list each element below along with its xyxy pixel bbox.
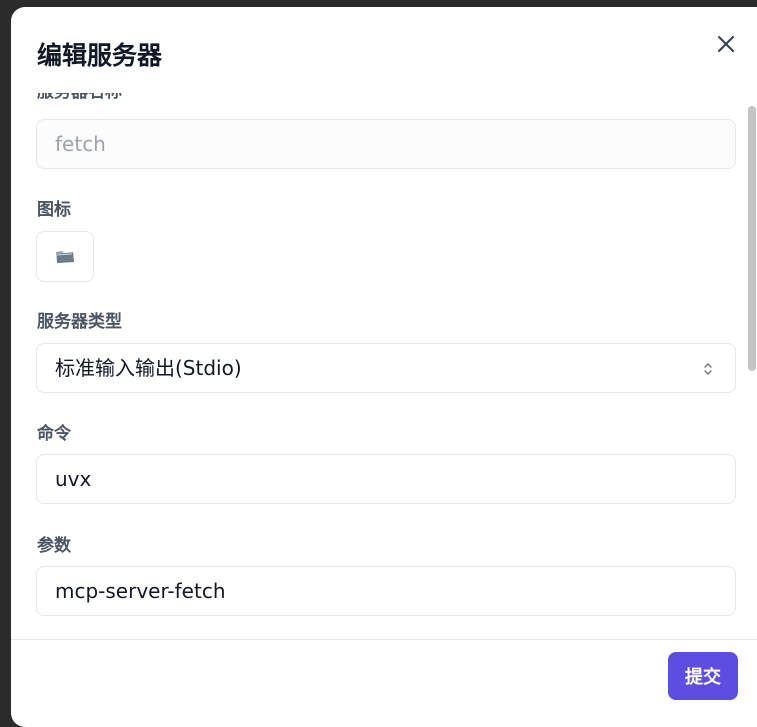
close-button[interactable] [713,31,739,57]
close-icon [718,36,734,52]
arguments-label: 参数 [37,536,71,556]
arguments-input[interactable]: mcp-server-fetch [36,566,736,616]
server-type-select[interactable]: 标准输入输出(Stdio) [36,343,736,393]
chevron-up-down-icon [704,363,712,375]
icon-picker-button[interactable] [36,231,94,282]
command-label: 命令 [37,424,71,444]
dialog-title: 编辑服务器 [37,41,163,70]
server-type-label: 服务器类型 [37,312,122,332]
footer-divider [11,639,757,640]
server-name-input[interactable]: fetch [36,119,736,169]
edit-server-dialog: 编辑服务器 服务器名称 fetch 图标 服务器类型 标准输入输出(Stdio)… [11,7,757,727]
form-scroll-area[interactable]: 服务器名称 fetch 图标 服务器类型 标准输入输出(Stdio) 命令 uv… [11,93,757,639]
scrollbar-thumb[interactable] [748,106,756,371]
folder-icon [56,250,74,263]
command-input[interactable]: uvx [36,454,736,504]
server-name-label: 服务器名称 [37,93,122,103]
submit-button[interactable]: 提交 [668,652,738,700]
icon-label: 图标 [37,200,71,220]
server-type-selected-value: 标准输入输出(Stdio) [55,356,242,380]
